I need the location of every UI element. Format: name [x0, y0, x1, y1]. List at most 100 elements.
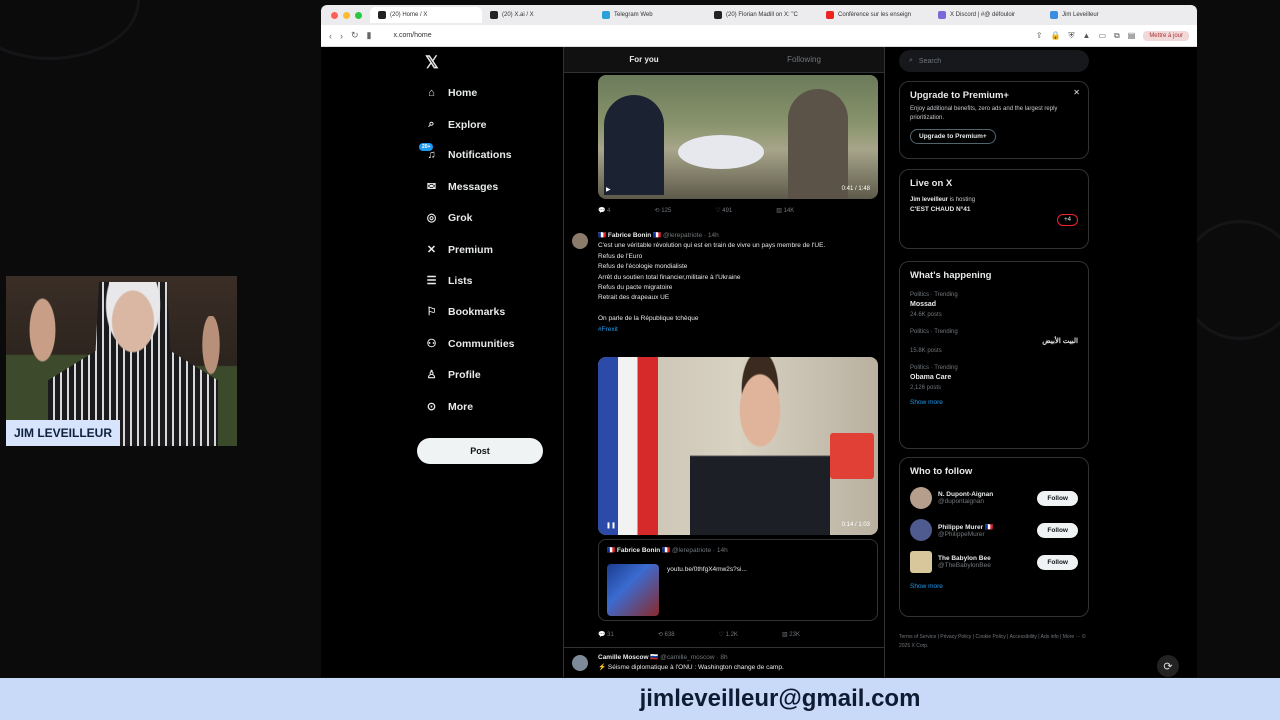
tweet: 🇫🇷 Fabrice Bonin 🇫🇷 @lerepatriote · 14h …	[598, 231, 878, 335]
contact-email: jimleveilleur@gmail.com	[639, 685, 921, 712]
tweet: Camille Moscow 🇷🇺 @camille_moscow · 8h ⚡…	[598, 653, 878, 674]
forward-arrow-icon[interactable]: ›	[340, 31, 343, 41]
tab-label: Jim Leveilleur	[1062, 12, 1099, 18]
communities-icon: ⚇	[426, 338, 437, 350]
nav-item-grok[interactable]: ◎ Grok	[425, 211, 473, 225]
reply-button[interactable]: 💬 31	[598, 631, 614, 638]
tab-for-you[interactable]: For you	[564, 47, 724, 72]
who-to-follow-card: Who to follow N. Dupont-Aignan @dupontaig…	[899, 457, 1089, 617]
video-person	[604, 95, 664, 195]
browser-tab[interactable]: Jim Leveilleur	[1042, 7, 1154, 23]
nav-item-bookmarks[interactable]: ⚐ Bookmarks	[425, 305, 506, 319]
premium-text: Enjoy additional benefits, zero ads and …	[910, 106, 1058, 121]
follow-name[interactable]: The Babylon Bee	[938, 555, 991, 562]
live-host[interactable]: Jim leveilleur	[910, 197, 948, 203]
tab-following[interactable]: Following	[724, 47, 884, 72]
grok-floating-icon[interactable]: ⟳	[1157, 655, 1179, 677]
avatar[interactable]	[910, 551, 932, 573]
browser-tab[interactable]: Conférence sur les enseign	[818, 7, 930, 23]
browser-tab[interactable]: Telegram Web	[594, 7, 706, 23]
like-button[interactable]: ♡ 1.2K	[719, 631, 738, 638]
maximize-window-button[interactable]	[355, 11, 362, 19]
avatar[interactable]	[910, 487, 932, 509]
show-more-link[interactable]: Show more	[910, 399, 1078, 406]
tweet-text: ⚡ Séisme diplomatique à l'ONU : Washingt…	[598, 664, 784, 672]
quoted-tweet[interactable]: 🇫🇷 Fabrice Bonin 🇫🇷 @lerepatriote · 14h …	[598, 539, 878, 621]
share-icon[interactable]: ⇪	[1036, 31, 1043, 41]
french-flag	[598, 357, 658, 535]
nav-item-profile[interactable]: ♙ Profile	[425, 368, 481, 382]
extensions-icon[interactable]: ⧉	[1114, 31, 1120, 41]
hashtag-link[interactable]: #Frexit	[598, 325, 878, 335]
nav-item-communities[interactable]: ⚇ Communities	[425, 337, 515, 351]
view-count: 14K	[783, 208, 795, 214]
nav-item-home[interactable]: ⌂ Home	[425, 87, 477, 99]
post-button[interactable]: Post	[417, 438, 543, 464]
trend-meta: Politics · Trending	[910, 292, 958, 298]
avatar[interactable]	[572, 233, 588, 249]
premium-title: Upgrade to Premium+	[910, 90, 1009, 101]
brave-shield-icon[interactable]: ⛨	[1069, 31, 1075, 41]
back-arrow-icon[interactable]: ‹	[329, 31, 332, 41]
follow-name[interactable]: Philippe Murer 🇫🇷	[938, 523, 993, 531]
trend-item[interactable]: Politics · Trending Mossad 24.6K posts	[910, 291, 1078, 320]
update-button[interactable]: Mettre à jour	[1143, 30, 1189, 41]
reply-button[interactable]: 💬 4	[598, 207, 610, 214]
video-person	[788, 89, 848, 199]
tweet-actions: 💬 31 ⟲ 638 ♡ 1.2K ▥ 23K	[598, 631, 800, 638]
repost-button[interactable]: ⟲ 638	[658, 631, 675, 638]
nav-item-premium[interactable]: ✕ Premium	[425, 243, 493, 257]
x-logo-icon[interactable]: 𝕏	[425, 53, 439, 73]
close-window-button[interactable]	[331, 11, 338, 19]
live-listeners-badge[interactable]: +4	[1057, 214, 1078, 226]
browser-tab[interactable]: (20) Home / X	[370, 7, 482, 23]
repost-button[interactable]: ⟲ 125	[654, 207, 671, 214]
browser-tab[interactable]: X Discord | #@ défouloir	[930, 7, 1042, 23]
nav-item-lists[interactable]: ☰ Lists	[425, 274, 473, 288]
video-player[interactable]: ▶ 0:41 / 1:48	[598, 75, 878, 199]
show-more-link[interactable]: Show more	[910, 583, 1078, 590]
video-time: 0:41 / 1:48	[841, 186, 870, 192]
rewards-icon[interactable]: ▲	[1083, 31, 1091, 41]
nav-item-messages[interactable]: ✉ Messages	[425, 180, 498, 194]
search-input[interactable]: ⌕ Search	[899, 50, 1089, 72]
live-space-title[interactable]: C'EST CHAUD N°41	[910, 206, 1078, 213]
avatar[interactable]	[572, 655, 588, 671]
trend-count: 24.6K posts	[910, 311, 942, 318]
follow-button[interactable]: Follow	[1037, 490, 1078, 506]
browser-tab[interactable]: (20) Florian Madill on X: "C	[706, 7, 818, 23]
views-button[interactable]: ▥ 14K	[776, 207, 794, 214]
tweet-author-name[interactable]: 🇫🇷 Fabrice Bonin 🇫🇷	[598, 232, 661, 239]
nav-item-notifications[interactable]: ♫ 20+ Notifications	[419, 143, 512, 161]
footer-links[interactable]: Terms of Service | Privacy Policy | Cook…	[899, 633, 1089, 651]
like-button[interactable]: ♡ 491	[715, 207, 732, 214]
nav-item-explore[interactable]: ⌕ Explore	[425, 118, 486, 131]
wallet-icon[interactable]: ▤	[1128, 31, 1136, 41]
right-sidebar: ⌕ Search Upgrade to Premium+ Enjoy additi…	[899, 47, 1089, 649]
nav-item-more[interactable]: ⊙ More	[425, 400, 473, 414]
pause-icon[interactable]: ❚❚	[606, 522, 616, 529]
list-icon: ☰	[426, 275, 437, 287]
reload-icon[interactable]: ↻	[351, 30, 359, 41]
url-field[interactable]: x.com/home	[380, 32, 1028, 39]
trend-item[interactable]: Politics · Trending Obama Care 2,126 posts	[910, 364, 1078, 393]
follow-button[interactable]: Follow	[1037, 522, 1078, 538]
tweet-author-name[interactable]: Camille Moscow 🇷🇺	[598, 654, 658, 661]
follow-handle: @TheBabylonBee	[938, 562, 991, 569]
sidebar-icon[interactable]: ▭	[1098, 31, 1106, 41]
follow-name[interactable]: N. Dupont-Aignan	[938, 491, 993, 498]
follow-button[interactable]: Follow	[1037, 554, 1078, 570]
minimize-window-button[interactable]	[343, 11, 350, 19]
upgrade-premium-button[interactable]: Upgrade to Premium+	[910, 129, 996, 144]
browser-tab[interactable]: (20) X.ai / X	[482, 7, 594, 23]
trend-item[interactable]: Politics · Trending البيت الأبيض 15.8K pos…	[910, 328, 1078, 357]
x-favicon-icon	[714, 11, 722, 19]
bookmark-icon[interactable]: ▮	[367, 30, 372, 41]
video-player[interactable]: ❚❚ 0:14 / 1:03	[598, 357, 878, 535]
views-button[interactable]: ▥ 23K	[782, 631, 800, 638]
play-icon[interactable]: ▶	[606, 186, 611, 193]
avatar[interactable]	[910, 519, 932, 541]
bookmark-icon: ⚐	[426, 306, 437, 318]
lock-icon[interactable]: 🔒	[1051, 31, 1061, 41]
close-icon[interactable]: ✕	[1073, 88, 1080, 97]
